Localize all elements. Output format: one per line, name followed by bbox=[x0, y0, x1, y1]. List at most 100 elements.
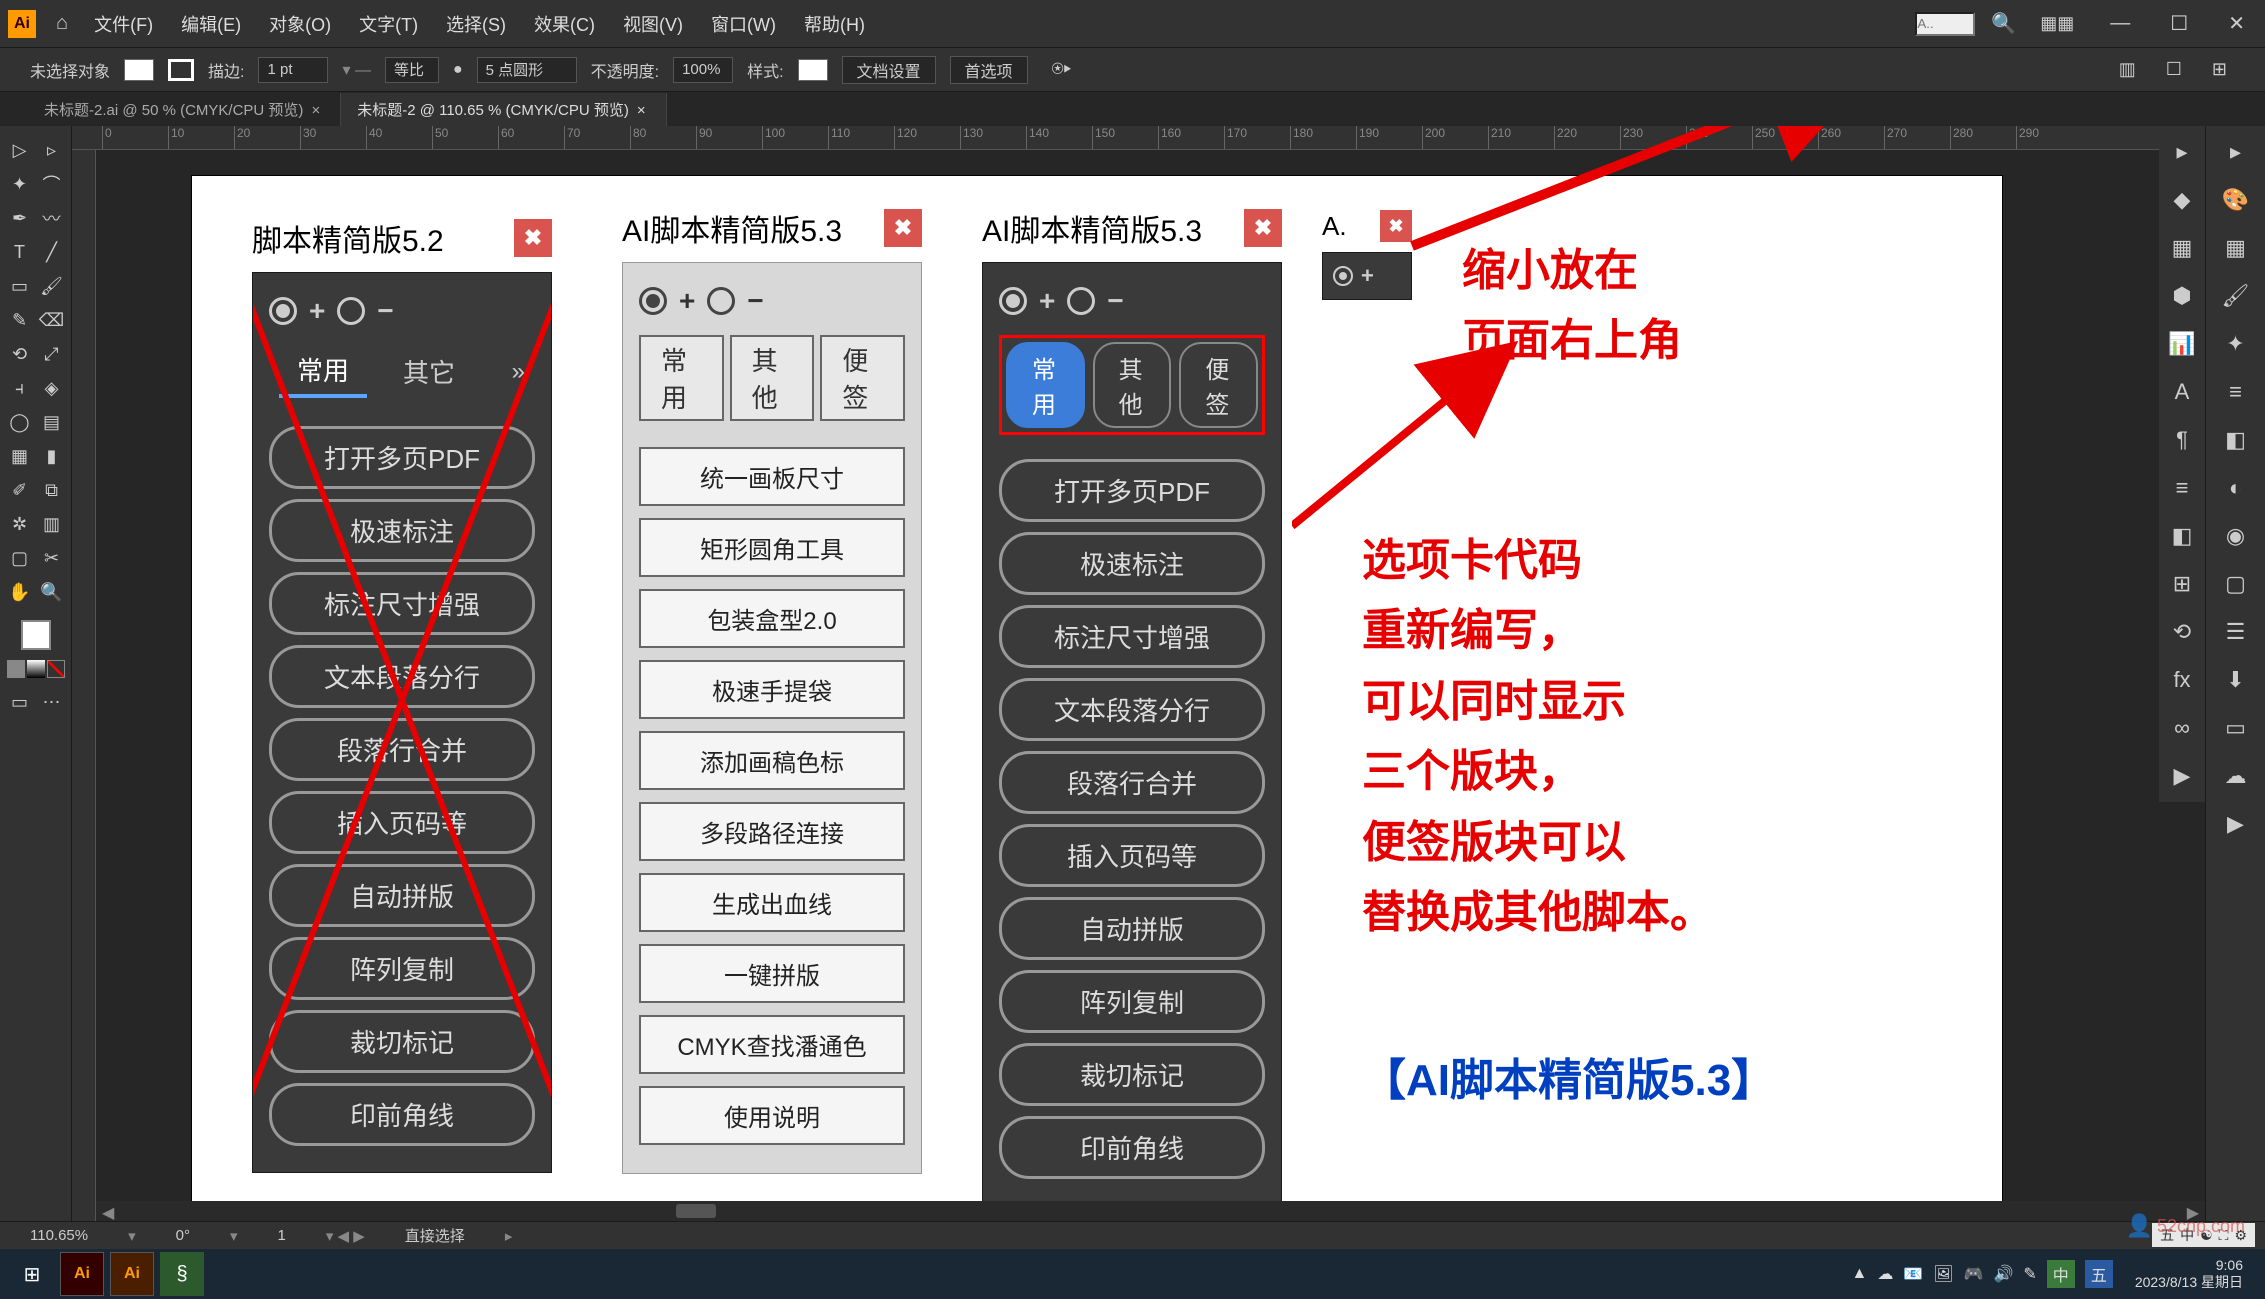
script-button[interactable]: 生成出血线 bbox=[639, 873, 905, 932]
artboard[interactable]: 脚本精简版5.2 ✖ + − 常用 其它 » 打开多页PDF极速 bbox=[192, 176, 2002, 1221]
menu-window[interactable]: 窗口(W) bbox=[697, 11, 790, 37]
script-button[interactable]: 印前角线 bbox=[999, 1116, 1265, 1179]
panel53light-close-button[interactable]: ✖ bbox=[884, 209, 922, 247]
menu-help[interactable]: 帮助(H) bbox=[790, 11, 879, 37]
radio-unselected-icon[interactable] bbox=[1067, 287, 1095, 315]
panel-icon[interactable]: 📊 bbox=[2164, 326, 2200, 362]
line-tool-icon[interactable]: ╱ bbox=[36, 236, 68, 268]
rotate-view[interactable]: 0° bbox=[176, 1227, 190, 1244]
color-mode-icon[interactable] bbox=[7, 660, 25, 678]
tray-icon[interactable]: ✎ bbox=[2023, 1264, 2036, 1284]
script-button[interactable]: 统一画板尺寸 bbox=[639, 447, 905, 506]
artboard-nav[interactable]: 1 bbox=[278, 1227, 286, 1244]
scroll-thumb[interactable] bbox=[676, 1204, 716, 1218]
tray-volume-icon[interactable]: 🔊 bbox=[1993, 1264, 2013, 1284]
plus-icon[interactable]: + bbox=[309, 295, 325, 327]
style-swatch[interactable] bbox=[798, 59, 828, 81]
script-button[interactable]: 打开多页PDF bbox=[269, 426, 535, 489]
start-button[interactable]: ⊞ bbox=[10, 1252, 54, 1296]
layers-panel-icon[interactable]: ☰ bbox=[2218, 614, 2254, 650]
menu-type[interactable]: 文字(T) bbox=[345, 11, 432, 37]
libraries-panel-icon[interactable]: ☁ bbox=[2218, 758, 2254, 794]
script-button[interactable]: 极速标注 bbox=[269, 499, 535, 562]
symbols-panel-icon[interactable]: ✦ bbox=[2218, 326, 2254, 362]
script-button[interactable]: 标注尺寸增强 bbox=[999, 605, 1265, 668]
script-button[interactable]: 矩形圆角工具 bbox=[639, 518, 905, 577]
tab-common[interactable]: 常用 bbox=[639, 335, 724, 421]
tab-notes[interactable]: 便签 bbox=[1179, 342, 1258, 428]
tab-other[interactable]: 其他 bbox=[730, 335, 815, 421]
zoom-tool-icon[interactable]: 🔍 bbox=[36, 576, 68, 608]
menu-select[interactable]: 选择(S) bbox=[432, 11, 520, 37]
isolate-icon[interactable]: ⍟▸ bbox=[1052, 58, 1072, 81]
uniform-select[interactable] bbox=[385, 57, 439, 83]
panel-icon[interactable]: ⊞ bbox=[2164, 566, 2200, 602]
script-button[interactable]: 插入页码等 bbox=[999, 824, 1265, 887]
stroke-weight-input[interactable] bbox=[258, 57, 328, 83]
chevron-right-icon[interactable]: » bbox=[512, 358, 525, 386]
script-button[interactable]: 自动拼版 bbox=[999, 897, 1265, 960]
screen-mode-icon[interactable]: ▭ bbox=[4, 686, 36, 718]
hand-tool-icon[interactable]: ✋ bbox=[4, 576, 36, 608]
menu-file[interactable]: 文件(F) bbox=[80, 11, 167, 37]
panel-icon[interactable]: fx bbox=[2164, 662, 2200, 698]
document-setup-button[interactable]: 文档设置 bbox=[842, 56, 936, 84]
script-button[interactable]: 极速标注 bbox=[999, 532, 1265, 595]
script-button[interactable]: 段落行合并 bbox=[999, 751, 1265, 814]
panel-icon[interactable]: ▶ bbox=[2164, 758, 2200, 794]
width-tool-icon[interactable]: ⫞ bbox=[4, 372, 36, 404]
script-button[interactable]: 包装盒型2.0 bbox=[639, 589, 905, 648]
script-button[interactable]: 添加画稿色标 bbox=[639, 731, 905, 790]
close-tab-icon[interactable]: × bbox=[637, 102, 646, 119]
brushes-panel-icon[interactable]: 🖌 bbox=[2218, 278, 2254, 314]
rectangle-tool-icon[interactable]: ▭ bbox=[4, 270, 36, 302]
doc-tab-2[interactable]: 未标题-2 @ 110.65 % (CMYK/CPU 预览)× bbox=[341, 93, 666, 126]
mesh-tool-icon[interactable]: ▦ bbox=[4, 440, 36, 472]
eyedropper-tool-icon[interactable]: ✐ bbox=[4, 474, 36, 506]
minus-icon[interactable]: − bbox=[747, 285, 763, 317]
panel-icon[interactable]: ∞ bbox=[2164, 710, 2200, 746]
menu-view[interactable]: 视图(V) bbox=[609, 11, 697, 37]
minus-icon[interactable]: − bbox=[1107, 285, 1123, 317]
close-icon[interactable]: ✕ bbox=[2216, 11, 2257, 36]
panel-icon[interactable]: ¶ bbox=[2164, 422, 2200, 458]
symbol-sprayer-tool-icon[interactable]: ✲ bbox=[4, 508, 36, 540]
graphic-styles-panel-icon[interactable]: ▢ bbox=[2218, 566, 2254, 602]
rotate-tool-icon[interactable]: ⟲ bbox=[4, 338, 36, 370]
taskbar-app-icon[interactable]: § bbox=[160, 1252, 204, 1296]
arrange-docs-icon[interactable]: ▥ bbox=[2111, 59, 2144, 80]
transparency-panel-icon[interactable]: ◐ bbox=[2218, 470, 2254, 506]
radio-selected-icon[interactable] bbox=[269, 297, 297, 325]
properties-panel-icon[interactable]: ▸ bbox=[2218, 134, 2254, 170]
selection-tool-icon[interactable]: ▷ bbox=[4, 134, 36, 166]
tray-ime-icon[interactable]: 五 bbox=[2085, 1260, 2113, 1288]
tab-notes[interactable]: 便签 bbox=[820, 335, 905, 421]
scale-tool-icon[interactable]: ⤢ bbox=[36, 338, 68, 370]
script-button[interactable]: 使用说明 bbox=[639, 1086, 905, 1145]
free-transform-tool-icon[interactable]: ◈ bbox=[36, 372, 68, 404]
script-button[interactable]: 文本段落分行 bbox=[269, 645, 535, 708]
script-button[interactable]: 自动拼版 bbox=[269, 864, 535, 927]
type-tool-icon[interactable]: T bbox=[4, 236, 36, 268]
top-search-input[interactable] bbox=[1915, 12, 1975, 36]
panel-icon[interactable]: ▸ bbox=[2164, 134, 2200, 170]
tray-icon[interactable]: ▲ bbox=[1851, 1265, 1867, 1283]
swatches-panel-icon[interactable]: ▦ bbox=[2218, 230, 2254, 266]
tray-icon[interactable]: 🖼 bbox=[1933, 1264, 1953, 1284]
script-button[interactable]: 文本段落分行 bbox=[999, 678, 1265, 741]
radio-selected-icon[interactable] bbox=[999, 287, 1027, 315]
close-tab-icon[interactable]: × bbox=[311, 102, 320, 119]
script-button[interactable]: 阵列复制 bbox=[999, 970, 1265, 1033]
shape-builder-tool-icon[interactable]: ◯ bbox=[4, 406, 36, 438]
tab-common[interactable]: 常用 bbox=[1006, 342, 1085, 428]
edit-toolbar-icon[interactable]: ⋯ bbox=[36, 686, 68, 718]
menu-object[interactable]: 对象(O) bbox=[255, 11, 345, 37]
tab-common[interactable]: 常用 bbox=[279, 345, 367, 398]
slice-tool-icon[interactable]: ✂ bbox=[36, 542, 68, 574]
radio-selected-icon[interactable] bbox=[1333, 266, 1353, 286]
taskbar-ai-icon[interactable]: Ai bbox=[60, 1252, 104, 1296]
paintbrush-tool-icon[interactable]: 🖌 bbox=[36, 270, 68, 302]
panel-icon[interactable]: A bbox=[2164, 374, 2200, 410]
panel52-close-button[interactable]: ✖ bbox=[514, 219, 552, 257]
menu-edit[interactable]: 编辑(E) bbox=[167, 11, 255, 37]
